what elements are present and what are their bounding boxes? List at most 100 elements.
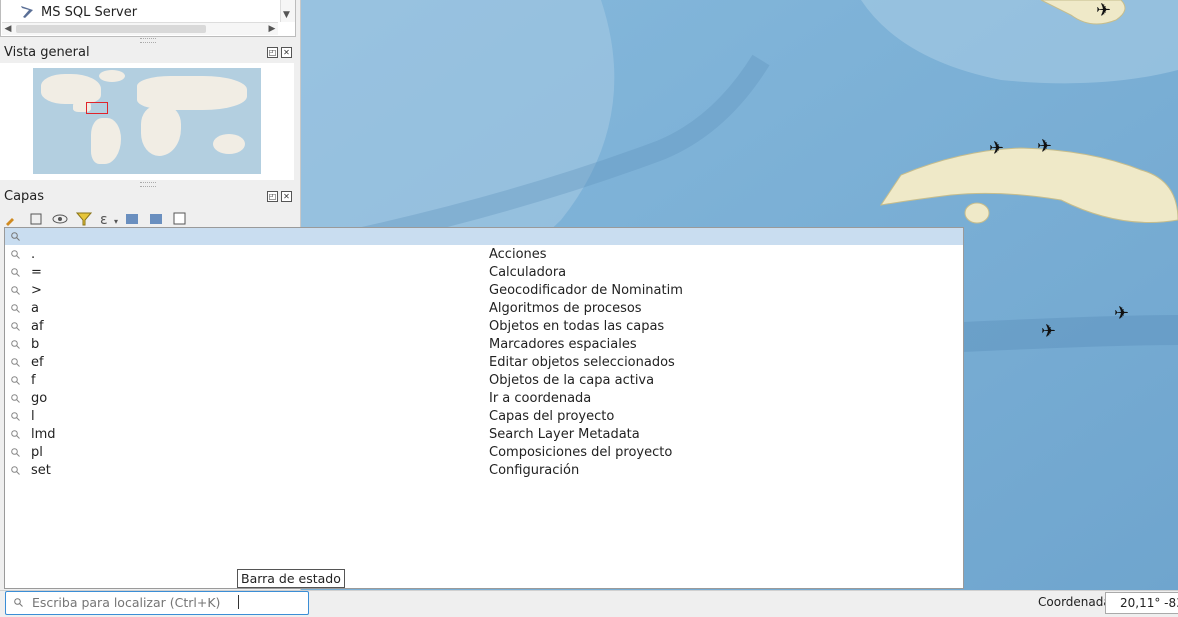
locator-result-row[interactable]: l Capas del proyecto (5, 408, 963, 426)
add-group-icon[interactable] (28, 212, 44, 226)
overview-panel-buttons: ◰ ✕ (267, 47, 292, 58)
locator-prefix: go (31, 391, 48, 406)
style-brush-icon[interactable] (4, 212, 20, 226)
locator-result-row[interactable]: f Objetos de la capa activa (5, 372, 963, 390)
svg-text:ε: ε (100, 212, 108, 226)
remove-layer-icon[interactable] (172, 212, 188, 226)
mssql-icon (21, 6, 33, 18)
expand-all-icon[interactable] (124, 212, 140, 226)
locator-prefix: l (31, 409, 35, 424)
close-icon[interactable]: ✕ (281, 191, 292, 202)
search-icon (11, 430, 20, 439)
coordinate-value-field[interactable]: 20,11° -83° (1105, 592, 1178, 614)
search-icon (11, 412, 20, 421)
splitter-handle[interactable] (140, 182, 156, 187)
locator-result-row[interactable]: go Ir a coordenada (5, 390, 963, 408)
vertical-scrollbar[interactable]: ▼ (280, 0, 295, 22)
search-icon (11, 358, 20, 367)
scroll-left-icon[interactable]: ◀ (2, 23, 14, 35)
scroll-down-icon[interactable]: ▼ (283, 10, 290, 20)
close-icon[interactable]: ✕ (281, 47, 292, 58)
locator-description: Capas del proyecto (489, 409, 615, 424)
browser-panel: MS SQL Server ▼ ◀ ▶ (0, 0, 296, 37)
search-icon (14, 598, 23, 607)
filter-icon[interactable] (75, 212, 93, 226)
locator-description: Ir a coordenada (489, 391, 592, 406)
search-icon (11, 322, 20, 331)
airport-icon: ✈ (1041, 321, 1057, 342)
layers-panel-title: Capas (4, 189, 45, 204)
search-icon (11, 376, 20, 385)
airport-icon: ✈ (1037, 136, 1053, 157)
overview-panel (0, 63, 294, 180)
locator-prefix: af (31, 319, 44, 334)
search-icon (11, 394, 20, 403)
overview-panel-title: Vista general (4, 45, 90, 60)
airport-icon: ✈ (1114, 303, 1130, 324)
horizontal-scrollbar[interactable]: ◀ ▶ (2, 22, 278, 35)
locator-description: Composiciones del proyecto (489, 445, 673, 460)
search-icon (11, 340, 20, 349)
float-icon[interactable]: ◰ (267, 47, 278, 58)
layers-toolbar: ε ▾ (4, 212, 188, 228)
eye-icon[interactable] (52, 212, 68, 226)
locator-search-input[interactable] (32, 594, 292, 610)
airport-icon: ✈ (989, 138, 1005, 159)
overview-extent-rectangle[interactable] (86, 102, 108, 114)
locator-result-row[interactable]: set Configuración (5, 462, 963, 480)
scroll-right-icon[interactable]: ▶ (266, 23, 278, 35)
text-cursor-icon (238, 595, 239, 609)
locator-description: Marcadores espaciales (489, 337, 637, 352)
locator-result-row[interactable]: ef Editar objetos seleccionados (5, 354, 963, 372)
browser-item-mssql[interactable]: MS SQL Server (19, 3, 137, 21)
locator-description: Editar objetos seleccionados (489, 355, 675, 370)
locator-result-row[interactable]: a Algoritmos de procesos (5, 300, 963, 318)
locator-result-row[interactable]: > Geocodificador de Nominatim (5, 282, 963, 300)
locator-result-row[interactable]: lmd Search Layer Metadata (5, 426, 963, 444)
overview-map[interactable] (33, 68, 261, 174)
locator-prefix: = (31, 265, 42, 280)
locator-description: Objetos en todas las capas (489, 319, 665, 334)
locator-result-row[interactable]: af Objetos en todas las capas (5, 318, 963, 336)
locator-search-field[interactable] (5, 591, 309, 615)
locator-prefix: . (31, 247, 36, 262)
search-icon (11, 286, 20, 295)
locator-prefix: a (31, 301, 39, 316)
expression-filter-icon[interactable]: ε ▾ (100, 212, 118, 228)
locator-result-row[interactable]: b Marcadores espaciales (5, 336, 963, 354)
locator-description: Calculadora (489, 265, 567, 280)
locator-results-filter-row[interactable] (5, 228, 963, 245)
search-icon (11, 466, 20, 475)
locator-result-row[interactable]: pl Composiciones del proyecto (5, 444, 963, 462)
locator-description: Geocodificador de Nominatim (489, 283, 683, 298)
float-icon[interactable]: ◰ (267, 191, 278, 202)
scrollbar-thumb[interactable] (16, 25, 206, 33)
locator-description: Configuración (489, 463, 580, 478)
search-icon (11, 268, 20, 277)
search-icon (11, 304, 20, 313)
locator-description: Algoritmos de procesos (489, 301, 642, 316)
locator-description: Acciones (489, 247, 547, 262)
locator-results-popup: . Acciones = Calculadora > Geocodificador de … (4, 227, 964, 589)
locator-prefix: f (31, 373, 36, 388)
splitter-handle[interactable] (140, 38, 156, 43)
locator-result-row[interactable]: . Acciones (5, 246, 963, 264)
locator-prefix: > (31, 283, 42, 298)
search-icon (11, 448, 20, 457)
locator-prefix: pl (31, 445, 43, 460)
locator-prefix: lmd (31, 427, 56, 442)
search-icon (11, 232, 20, 241)
collapse-all-icon[interactable] (148, 212, 164, 226)
svg-text:▾: ▾ (114, 217, 118, 226)
locator-prefix: ef (31, 355, 44, 370)
search-icon (11, 250, 20, 259)
status-bar: Coordenada 20,11° -83° (0, 590, 1178, 617)
locator-prefix: b (31, 337, 40, 352)
browser-item-label: MS SQL Server (41, 4, 138, 20)
tooltip: Barra de estado (237, 569, 345, 588)
locator-prefix: set (31, 463, 51, 478)
locator-description: Search Layer Metadata (489, 427, 640, 442)
coordinate-label: Coordenada (1038, 595, 1111, 609)
airport-icon: ✈ (1096, 0, 1112, 21)
locator-result-row[interactable]: = Calculadora (5, 264, 963, 282)
